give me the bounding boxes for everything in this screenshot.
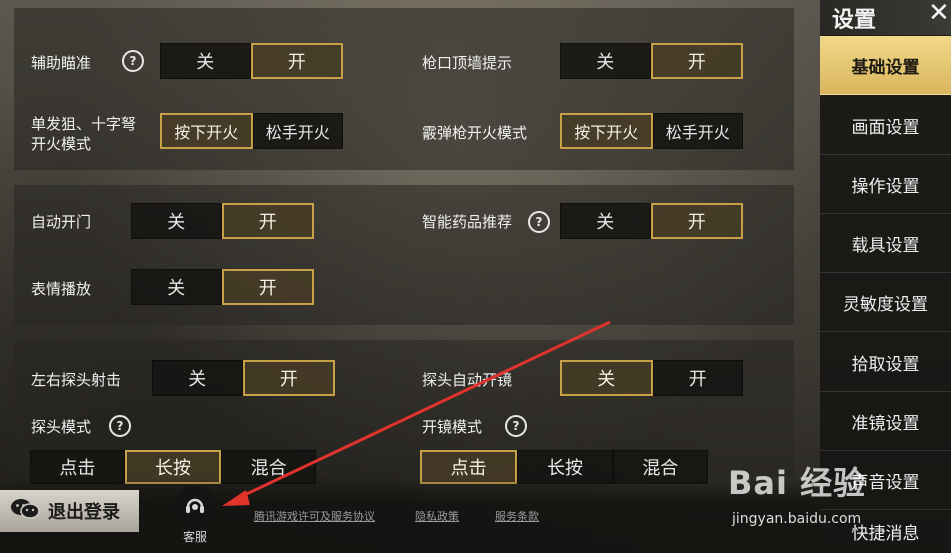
sidebar-item-scope[interactable]: 准镜设置 [820,392,951,451]
watermark-url: jingyan.baidu.com [732,511,862,527]
peek-auto-scope-label: 探头自动开镜 [422,371,513,389]
smart-medicine-off-option[interactable]: 关 [560,203,651,239]
sidebar-item-graphics[interactable]: 画面设置 [820,96,951,155]
auto-open-door-label: 自动开门 [31,213,92,231]
sniper-press-fire-option[interactable]: 按下开火 [160,113,253,149]
peek-shoot-off-option[interactable]: 关 [152,360,243,396]
sniper-fire-mode-toggle: 按下开火 松手开火 [160,113,343,149]
peek-mode-help-icon[interactable]: ? [109,415,131,437]
smart-medicine-toggle: 关 开 [560,203,743,239]
customer-service-button[interactable]: 客服 [172,486,218,546]
sidebar-header: 设置 ✕ [820,0,951,35]
emote-play-on-option[interactable]: 开 [221,269,314,305]
sniper-release-fire-option[interactable]: 松手开火 [252,113,343,149]
sidebar-title: 设置 [832,8,877,33]
logout-label: 退出登录 [48,502,120,523]
emote-play-off-option[interactable]: 关 [131,269,222,305]
sniper-fire-mode-label-line2: 开火模式 [31,135,92,153]
shotgun-release-fire-option[interactable]: 松手开火 [652,113,743,149]
shotgun-fire-mode-label: 霰弹枪开火模式 [422,124,528,142]
assist-aim-label: 辅助瞄准 [31,54,92,72]
peek-mode-label: 探头模式 [31,418,92,436]
assist-aim-toggle: 关 开 [160,43,343,79]
close-icon[interactable]: ✕ [928,0,950,28]
terms-of-service-link[interactable]: 服务条款 [495,508,539,524]
scope-mode-help-icon[interactable]: ? [505,415,527,437]
smart-medicine-label: 智能药品推荐 [422,213,513,231]
assist-aim-help-icon[interactable]: ? [122,50,144,72]
sidebar-item-vehicle[interactable]: 载具设置 [820,214,951,273]
shotgun-fire-mode-toggle: 按下开火 松手开火 [560,113,743,149]
muzzle-wall-hint-label: 枪口顶墙提示 [422,54,513,72]
sidebar-item-controls[interactable]: 操作设置 [820,155,951,214]
muzzle-wall-hint-off-option[interactable]: 关 [560,43,651,79]
sniper-fire-mode-label-line1: 单发狙、十字弩 [31,115,137,133]
auto-open-door-on-option[interactable]: 开 [221,203,314,239]
logout-button[interactable]: 退出登录 [0,490,139,532]
customer-service-label: 客服 [182,530,207,544]
wechat-icon [10,497,40,525]
peek-shoot-on-option[interactable]: 开 [242,360,335,396]
auto-open-door-toggle: 关 开 [131,203,314,239]
emote-play-toggle: 关 开 [131,269,314,305]
sidebar-item-basic[interactable]: 基础设置 [820,36,951,95]
peek-shoot-toggle: 关 开 [152,360,335,396]
auto-open-door-off-option[interactable]: 关 [131,203,222,239]
peek-auto-scope-off-option[interactable]: 关 [560,360,653,396]
privacy-policy-link[interactable]: 隐私政策 [415,508,459,524]
peek-auto-scope-on-option[interactable]: 开 [652,360,743,396]
peek-auto-scope-toggle: 关 开 [560,360,743,396]
assist-aim-off-option[interactable]: 关 [160,43,251,79]
license-agreement-link[interactable]: 腾讯游戏许可及服务协议 [254,508,375,524]
peek-shoot-label: 左右探头射击 [31,371,122,389]
sidebar-item-sensitivity[interactable]: 灵敏度设置 [820,273,951,332]
shotgun-press-fire-option[interactable]: 按下开火 [560,113,653,149]
smart-medicine-help-icon[interactable]: ? [528,211,550,233]
muzzle-wall-hint-toggle: 关 开 [560,43,743,79]
muzzle-wall-hint-on-option[interactable]: 开 [650,43,743,79]
emote-play-label: 表情播放 [31,280,92,298]
assist-aim-on-option[interactable]: 开 [250,43,343,79]
watermark-logo: Bai 经验 [728,464,867,502]
sidebar-item-pickup[interactable]: 拾取设置 [820,333,951,392]
smart-medicine-on-option[interactable]: 开 [650,203,743,239]
scope-mode-label: 开镜模式 [422,418,483,436]
headset-icon [175,486,215,526]
